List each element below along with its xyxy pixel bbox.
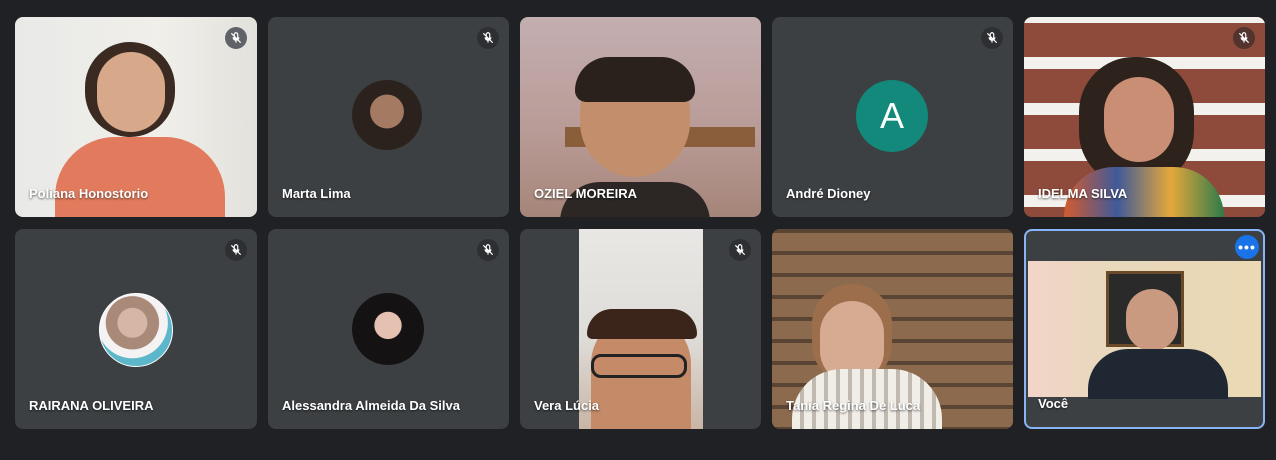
mic-off-icon: [729, 239, 751, 261]
avatar: [352, 80, 422, 150]
avatar-letter: A: [856, 80, 928, 152]
participant-tile-oziel[interactable]: OZIEL MOREIRA: [520, 17, 761, 217]
mic-off-icon: [225, 239, 247, 261]
participant-tile-alessandra[interactable]: Alessandra Almeida Da Silva: [268, 229, 509, 429]
mic-off-icon: [477, 27, 499, 49]
participant-tile-vera[interactable]: Vera Lúcia: [520, 229, 761, 429]
participant-video: [1028, 261, 1261, 399]
participant-name: IDELMA SILVA: [1038, 186, 1128, 201]
participant-name: Marta Lima: [282, 186, 351, 201]
participant-name: Poliana Honostorio: [29, 186, 149, 201]
participant-tile-poliana[interactable]: Poliana Honostorio: [15, 17, 257, 217]
participant-name: RAIRANA OLIVEIRA: [29, 398, 154, 413]
mic-off-icon: [1233, 27, 1255, 49]
mic-off-icon: [225, 27, 247, 49]
participant-tile-idelma[interactable]: IDELMA SILVA: [1024, 17, 1265, 217]
participant-tile-tania[interactable]: Tania Regina De Luca: [772, 229, 1013, 429]
participant-name: Alessandra Almeida Da Silva: [282, 398, 460, 413]
avatar: [352, 293, 424, 365]
participant-tile-self[interactable]: ••• Você: [1024, 229, 1265, 429]
participant-tile-andre[interactable]: A André Dioney: [772, 17, 1013, 217]
participant-name: Vera Lúcia: [534, 398, 600, 413]
participant-name: OZIEL MOREIRA: [534, 186, 638, 201]
participant-name: André Dioney: [786, 186, 871, 201]
participant-tile-marta[interactable]: Marta Lima: [268, 17, 509, 217]
participant-tile-rairana[interactable]: RAIRANA OLIVEIRA: [15, 229, 257, 429]
mic-off-icon: [981, 27, 1003, 49]
mic-off-icon: [477, 239, 499, 261]
participant-name: Você: [1038, 396, 1069, 411]
avatar: [99, 293, 173, 367]
more-options-icon[interactable]: •••: [1235, 235, 1259, 259]
participant-name: Tania Regina De Luca: [786, 398, 921, 413]
